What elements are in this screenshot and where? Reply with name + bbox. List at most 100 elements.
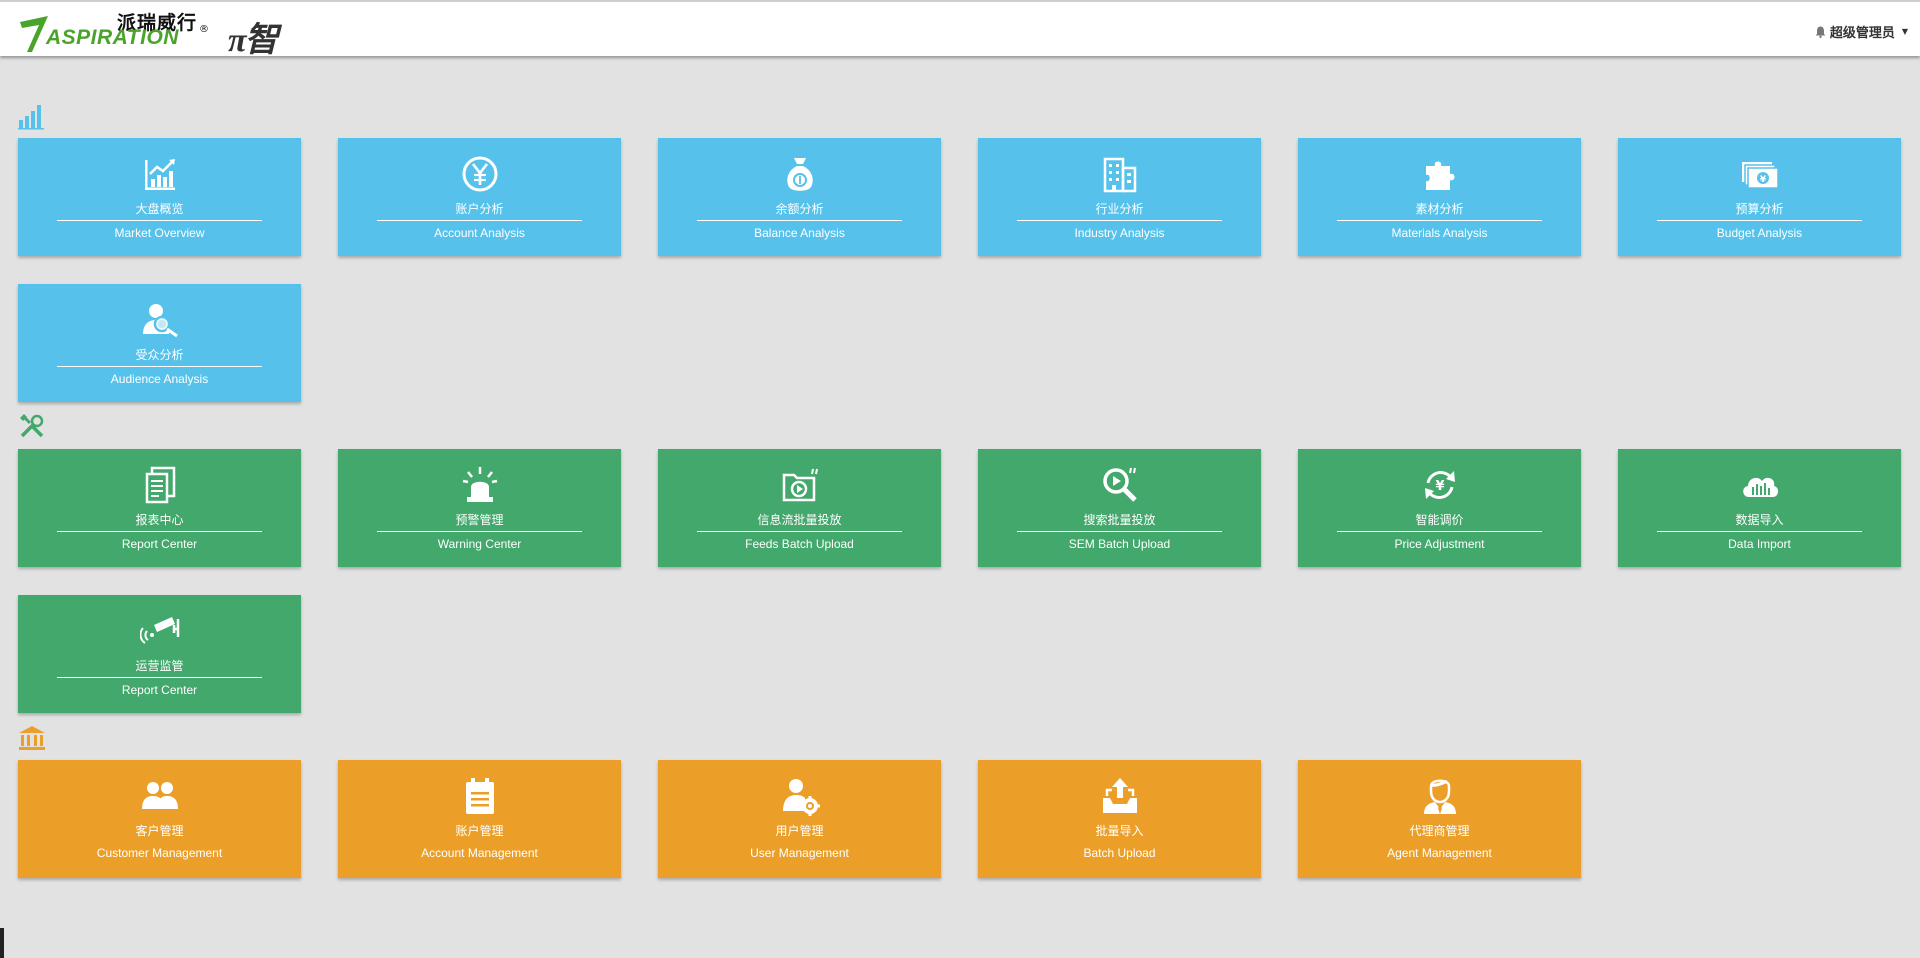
clipboard-icon: [465, 778, 494, 814]
tile-batch-upload[interactable]: 批量导入 Batch Upload: [978, 760, 1261, 878]
agent-icon: [1423, 779, 1456, 814]
tile-title-en: SEM Batch Upload: [1068, 537, 1171, 551]
tile-title-en: Batch Upload: [1083, 846, 1156, 860]
tile-title-en: Feeds Batch Upload: [745, 537, 854, 551]
tile-user-management[interactable]: 用户管理 User Management: [658, 760, 941, 878]
bank-icon: [19, 726, 45, 750]
tile-industry-analysis[interactable]: 行业分析 Industry Analysis: [978, 138, 1261, 256]
tile-divider: [1017, 531, 1222, 532]
tile-title-cn: 数据导入: [1735, 513, 1784, 527]
chevron-down-icon: ▼: [1901, 27, 1908, 36]
tile-title-cn: 报表中心: [135, 513, 184, 527]
tile-balance-analysis[interactable]: 余额分析 Balance Analysis: [658, 138, 941, 256]
tile-title-en: Industry Analysis: [1074, 226, 1165, 240]
tile-divider: [1017, 220, 1222, 221]
user-name: 超级管理员: [1829, 26, 1895, 41]
search-icon: [1102, 467, 1137, 502]
money-bag-icon: [786, 158, 813, 191]
bar-chart-icon: [18, 105, 44, 130]
cloud-data-icon: [1742, 477, 1778, 497]
tile-title-cn: 预警管理: [455, 513, 504, 527]
security-camera-icon: [139, 617, 179, 644]
tile-data-import[interactable]: 数据导入 Data Import: [1618, 449, 1901, 567]
tile-account-management[interactable]: 账户管理 Account Management: [338, 760, 621, 878]
tile-title-en: Report Center: [121, 537, 198, 551]
user-gear-icon: [782, 779, 820, 816]
tile-title-en: Price Adjustment: [1394, 537, 1485, 551]
tile-title-en: Account Analysis: [434, 226, 525, 240]
tile-title-en: Account Management: [421, 846, 538, 860]
tile-title-en: User Management: [750, 846, 849, 860]
tile-divider: [1337, 220, 1542, 221]
tile-title-cn: 余额分析: [775, 202, 824, 216]
tile-title-en: Materials Analysis: [1391, 226, 1488, 240]
tile-title-cn: 客户管理: [135, 824, 184, 838]
tile-title-cn: 搜索批量投放: [1083, 513, 1156, 527]
tile-title-cn: 受众分析: [135, 348, 184, 362]
tile-title-en: Balance Analysis: [754, 226, 845, 240]
puzzle-icon: [1425, 161, 1454, 190]
tools-icon: [20, 414, 44, 438]
top-navbar: 派瑞威行 ASPIRATION ® π智 超级管理员 ▼: [0, 0, 1920, 59]
bell-icon: [1815, 26, 1826, 38]
tile-divider: [697, 531, 902, 532]
trend-chart-icon: [144, 159, 175, 190]
users-icon: [141, 782, 178, 809]
aspiration-logo[interactable]: 派瑞威行 ASPIRATION ®: [16, 6, 209, 54]
tile-divider: [377, 531, 582, 532]
tile-title-cn: 用户管理: [775, 824, 824, 838]
tile-sem-batch-upload[interactable]: 搜索批量投放 SEM Batch Upload: [978, 449, 1261, 567]
user-menu[interactable]: 超级管理员 ▼: [1815, 22, 1908, 41]
product-logo: π智: [228, 22, 279, 59]
report-document-icon: [145, 466, 175, 504]
yen-refresh-icon: ¥: [1424, 471, 1455, 499]
tile-title-en: Market Overview: [114, 226, 205, 240]
tile-divider: [57, 366, 262, 367]
tile-title-en: Report Center: [121, 683, 198, 697]
tile-title-en: Data Import: [1728, 537, 1791, 551]
tile-divider: [1337, 531, 1542, 532]
inbox-upload-icon: [1102, 778, 1137, 813]
tile-title-cn: 账户分析: [455, 202, 504, 216]
tile-price-adjustment[interactable]: ¥ 智能调价 Price Adjustment: [1298, 449, 1581, 567]
tile-market-overview[interactable]: 大盘概览 Market Overview: [18, 138, 301, 256]
tile-divider: [377, 220, 582, 221]
tile-divider: [1657, 220, 1862, 221]
tile-customer-management[interactable]: 客户管理 Customer Management: [18, 760, 301, 878]
tile-materials-analysis[interactable]: 素材分析 Materials Analysis: [1298, 138, 1581, 256]
tile-title-cn: 大盘概览: [135, 202, 184, 216]
tile-feeds-batch-upload[interactable]: 信息流批量投放 Feeds Batch Upload: [658, 449, 941, 567]
tile-title-en: Customer Management: [96, 846, 223, 860]
tile-warning-center[interactable]: 预警管理 Warning Center: [338, 449, 621, 567]
tile-title-cn: 信息流批量投放: [757, 513, 842, 527]
alarm-light-icon: [462, 467, 497, 502]
tile-title-cn: 批量导入: [1095, 824, 1144, 838]
tile-title-cn: 预算分析: [1735, 202, 1784, 216]
video-folder-icon: [782, 468, 818, 502]
tile-divider: [57, 677, 262, 678]
tile-operation-monitoring[interactable]: 运营监管 Report Center: [18, 595, 301, 713]
tile-title-cn: 代理商管理: [1409, 824, 1470, 838]
svg-text:¥: ¥: [1759, 175, 1766, 185]
tile-agent-management[interactable]: 代理商管理 Agent Management: [1298, 760, 1581, 878]
tile-title-en: Warning Center: [437, 537, 522, 551]
yen-coin-icon: [462, 156, 497, 192]
person-search-icon: [142, 304, 178, 338]
tile-report-center[interactable]: 报表中心 Report Center: [18, 449, 301, 567]
tile-audience-analysis[interactable]: 受众分析 Audience Analysis: [18, 284, 301, 402]
tile-title-cn: 素材分析: [1415, 202, 1464, 216]
tile-title-cn: 智能调价: [1415, 513, 1464, 527]
tile-title-cn: 运营监管: [135, 659, 184, 673]
tile-title-en: Agent Management: [1387, 846, 1492, 860]
tile-divider: [57, 531, 262, 532]
registered-mark: ®: [199, 24, 209, 35]
tile-title-cn: 账户管理: [455, 824, 504, 838]
tile-account-analysis[interactable]: 账户分析 Account Analysis: [338, 138, 621, 256]
tile-title-en: Budget Analysis: [1716, 226, 1803, 240]
tile-title-cn: 行业分析: [1095, 202, 1144, 216]
window-edge-marker: [0, 928, 4, 958]
building-icon: [1103, 157, 1136, 193]
tile-budget-analysis[interactable]: ¥ 预算分析 Budget Analysis: [1618, 138, 1901, 256]
tile-divider: [697, 220, 902, 221]
tile-divider: [57, 220, 262, 221]
